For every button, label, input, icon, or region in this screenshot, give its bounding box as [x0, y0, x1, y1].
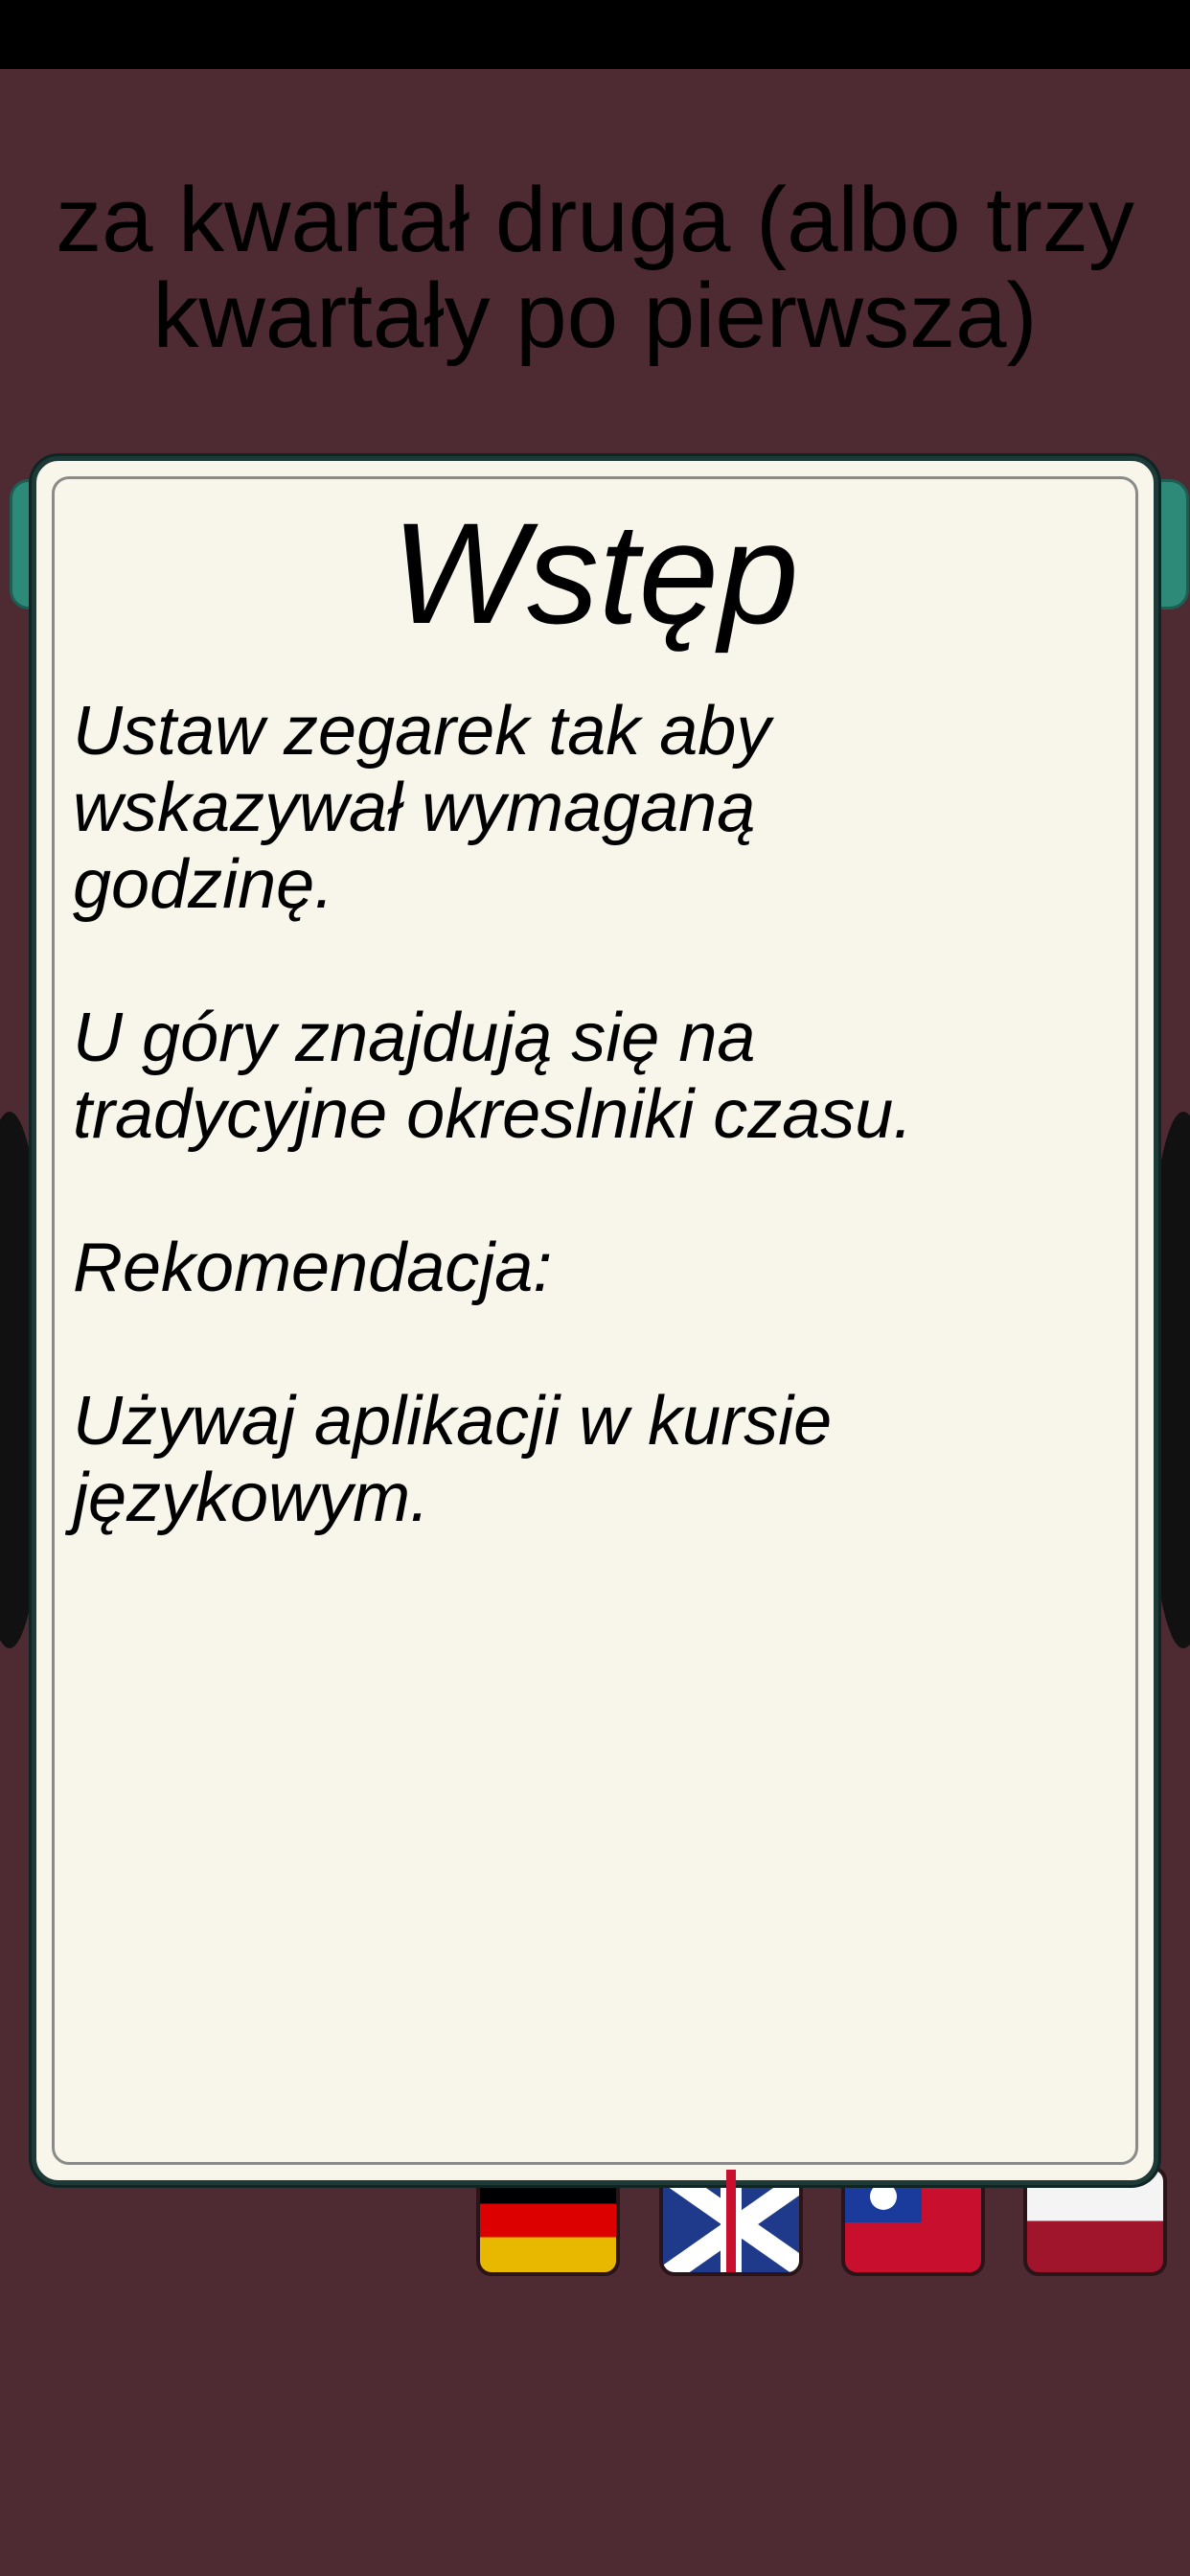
dialog-title: Wstęp — [391, 493, 799, 654]
dialog-paragraph-recommendation-heading: Rekomendacja: — [73, 1230, 553, 1306]
app-screen: za kwartał druga (albo trzy kwartały po … — [0, 0, 1190, 2576]
status-bar — [0, 0, 1190, 69]
time-prompt: za kwartał druga (albo trzy kwartały po … — [0, 172, 1190, 364]
dialog-body: Ustaw zegarek tak aby wskazywał wymaganą… — [73, 693, 1088, 1536]
prompt-line-2: kwartały po pierwsza) — [152, 264, 1038, 367]
prompt-line-1: za kwartał druga (albo trzy — [56, 169, 1134, 271]
dialog-paragraph-instructions: Ustaw zegarek tak aby wskazywał wymaganą… — [73, 693, 771, 923]
intro-dialog[interactable]: Wstęp Ustaw zegarek tak aby wskazywał wy… — [32, 456, 1158, 2185]
dialog-paragraph-recommendation: Używaj aplikacji w kursie językowym. — [73, 1383, 833, 1536]
dialog-paragraph-labels: U góry znajdują się na tradycyjne okresl… — [73, 1000, 913, 1153]
